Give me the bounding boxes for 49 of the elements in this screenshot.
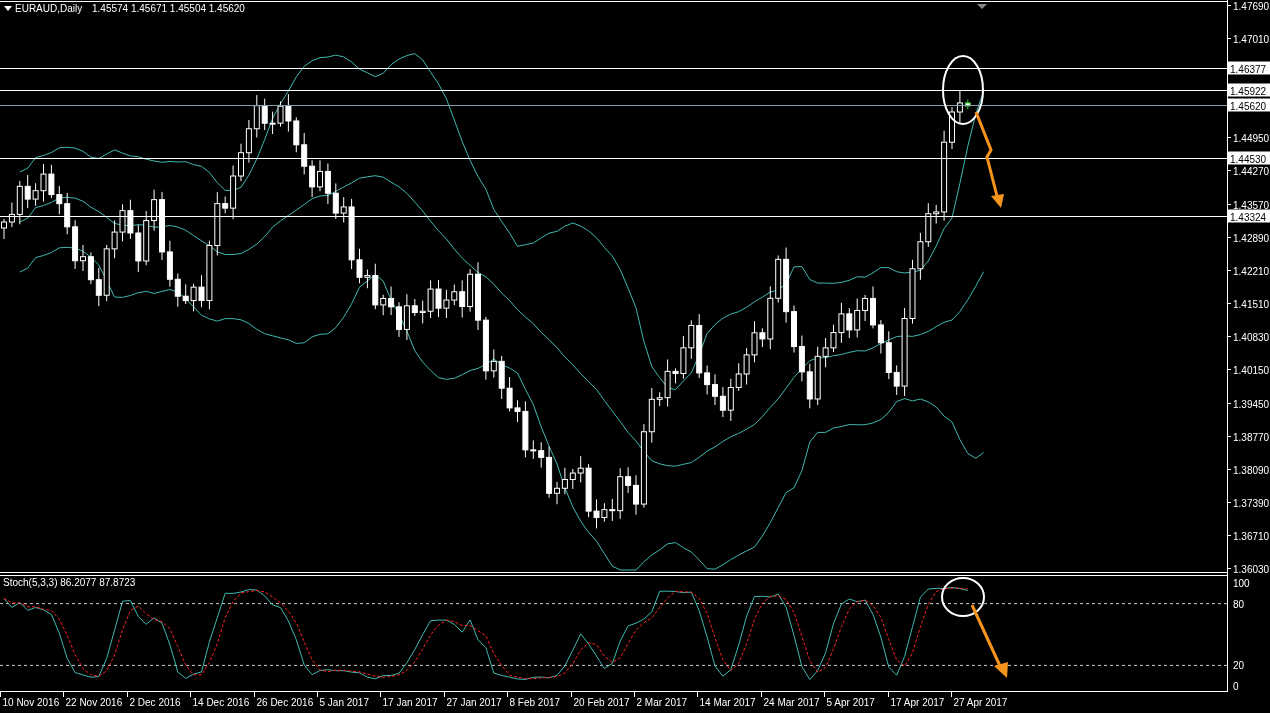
- price-axis-label: 1.42210: [1233, 265, 1270, 277]
- price-axis-label: 1.39450: [1233, 398, 1270, 410]
- price-axis-label: 1.38090: [1233, 464, 1270, 476]
- time-axis-label: 20 Feb 2017: [573, 697, 630, 708]
- time-axis-label: 27 Apr 2017: [953, 697, 1008, 708]
- price-axis-label: 1.47010: [1233, 33, 1270, 45]
- indicator-axis-label: 100: [1233, 578, 1250, 589]
- price-axis-label: 1.38770: [1233, 431, 1270, 443]
- price-axis-label: 1.36030: [1233, 563, 1270, 575]
- time-axis-label: 5 Apr 2017: [826, 697, 875, 708]
- price-tag: 1.46377: [1228, 61, 1270, 75]
- price-axis-label: 1.44270: [1233, 165, 1270, 177]
- price-tag: 1.44530: [1228, 151, 1270, 165]
- indicator-axis-label: 0: [1233, 681, 1239, 692]
- price-axis-label: 1.44950: [1233, 132, 1270, 144]
- price-axis-label: 1.41510: [1233, 298, 1270, 310]
- time-axis-label: 10 Nov 2016: [2, 697, 60, 708]
- price-axis-label: 1.47690: [1233, 0, 1270, 12]
- collapse-triangle-icon[interactable]: [4, 6, 12, 11]
- time-axis-label: 5 Jan 2017: [319, 697, 369, 708]
- price-tag: 1.45620: [1228, 98, 1270, 112]
- price-axis-label: 1.40830: [1233, 331, 1270, 343]
- price-axis-label: 1.37390: [1233, 497, 1270, 509]
- down-arrow-icon: [970, 604, 1008, 678]
- price-axis-label: 1.36710: [1233, 530, 1270, 542]
- down-arrow-icon: [974, 111, 1004, 208]
- time-axis-label: 2 Dec 2016: [129, 697, 181, 708]
- price-axis-label: 1.40150: [1233, 364, 1270, 376]
- price-tag: 1.43324: [1228, 209, 1270, 223]
- ohlc-values: 1.45574 1.45671 1.45504 1.45620: [92, 3, 245, 14]
- price-axis-label: 1.42890: [1233, 232, 1270, 244]
- time-axis-label: 2 Mar 2017: [636, 697, 688, 708]
- time-axis-label: 22 Nov 2016: [65, 697, 123, 708]
- highlight-ellipse: [942, 55, 984, 125]
- time-axis-label: 17 Apr 2017: [890, 697, 945, 708]
- price-axis-label: 1.43570: [1233, 199, 1270, 211]
- indicator-label: Stoch(5,3,3) 86.2077 87.8723: [3, 577, 136, 588]
- time-axis-label: 24 Mar 2017: [763, 697, 820, 708]
- time-axis-label: 8 Feb 2017: [509, 697, 561, 708]
- indicator-axis-label: 20: [1233, 660, 1245, 672]
- symbol-label: EURAUD,Daily: [15, 3, 83, 14]
- time-axis-label: 27 Jan 2017: [446, 697, 502, 708]
- time-axis-label: 14 Dec 2016: [192, 697, 250, 708]
- time-axis-label: 17 Jan 2017: [382, 697, 438, 708]
- time-axis-label: 14 Mar 2017: [699, 697, 756, 708]
- indicator-axis-label: 80: [1233, 598, 1245, 610]
- chart-shift-icon[interactable]: [977, 4, 987, 9]
- time-axis-label: 26 Dec 2016: [256, 697, 314, 708]
- price-tag: 1.45922: [1228, 83, 1270, 97]
